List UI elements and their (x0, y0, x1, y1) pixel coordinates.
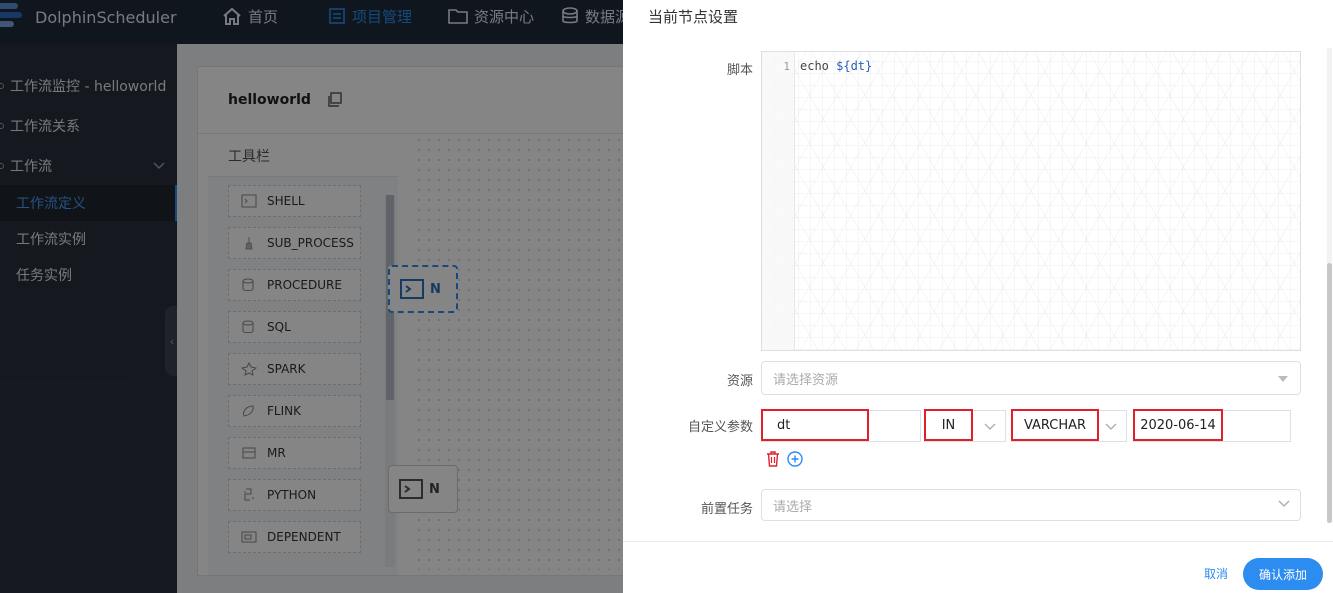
script-code[interactable]: echo ${dt} (800, 59, 872, 73)
resource-label: 资源 (726, 374, 753, 389)
line-number: 1 (783, 60, 790, 73)
scrollbar-thumb[interactable] (1327, 263, 1332, 523)
param-direct-value[interactable]: IN (924, 409, 973, 441)
pre-task-select[interactable]: 请选择 (761, 489, 1301, 521)
node-settings-drawer: 当前节点设置 脚本 1 echo ${dt} 资源 请选择资源 自定义参数 dt… (623, 0, 1333, 593)
param-prop-value[interactable]: dt (761, 409, 869, 441)
script-label: 脚本 (726, 63, 753, 78)
resource-select[interactable]: 请选择资源 (761, 361, 1301, 395)
script-editor[interactable]: 1 echo ${dt} (761, 51, 1301, 351)
chevron-down-icon (1105, 423, 1117, 430)
line-gutter: 1 (762, 52, 795, 350)
drawer-scrollbar[interactable] (1327, 48, 1332, 523)
pre-task-placeholder: 请选择 (773, 499, 813, 515)
pre-task-label: 前置任务 (700, 502, 753, 517)
param-value-value[interactable]: 2020-06-14 (1133, 409, 1223, 441)
delete-icon[interactable] (766, 451, 780, 467)
modal-overlay[interactable] (0, 0, 623, 593)
add-circle-icon[interactable] (787, 451, 803, 467)
cancel-button[interactable]: 取消 (1204, 565, 1228, 582)
resource-placeholder: 请选择资源 (773, 372, 839, 388)
confirm-add-button[interactable]: 确认添加 (1243, 558, 1323, 590)
custom-params-label: 自定义参数 (687, 420, 753, 435)
chevron-down-icon (984, 423, 996, 430)
drawer-title: 当前节点设置 (648, 8, 739, 26)
footer-divider (623, 541, 1333, 542)
code-variable: ${dt} (836, 59, 873, 73)
caret-down-icon (1278, 376, 1288, 382)
param-type-value[interactable]: VARCHAR (1011, 409, 1099, 441)
app-root: DolphinScheduler 首页 项目管理 资源中心 数据源 工作流监控 … (0, 0, 1333, 593)
chevron-down-icon (1278, 500, 1290, 507)
code-command: echo (800, 59, 837, 73)
